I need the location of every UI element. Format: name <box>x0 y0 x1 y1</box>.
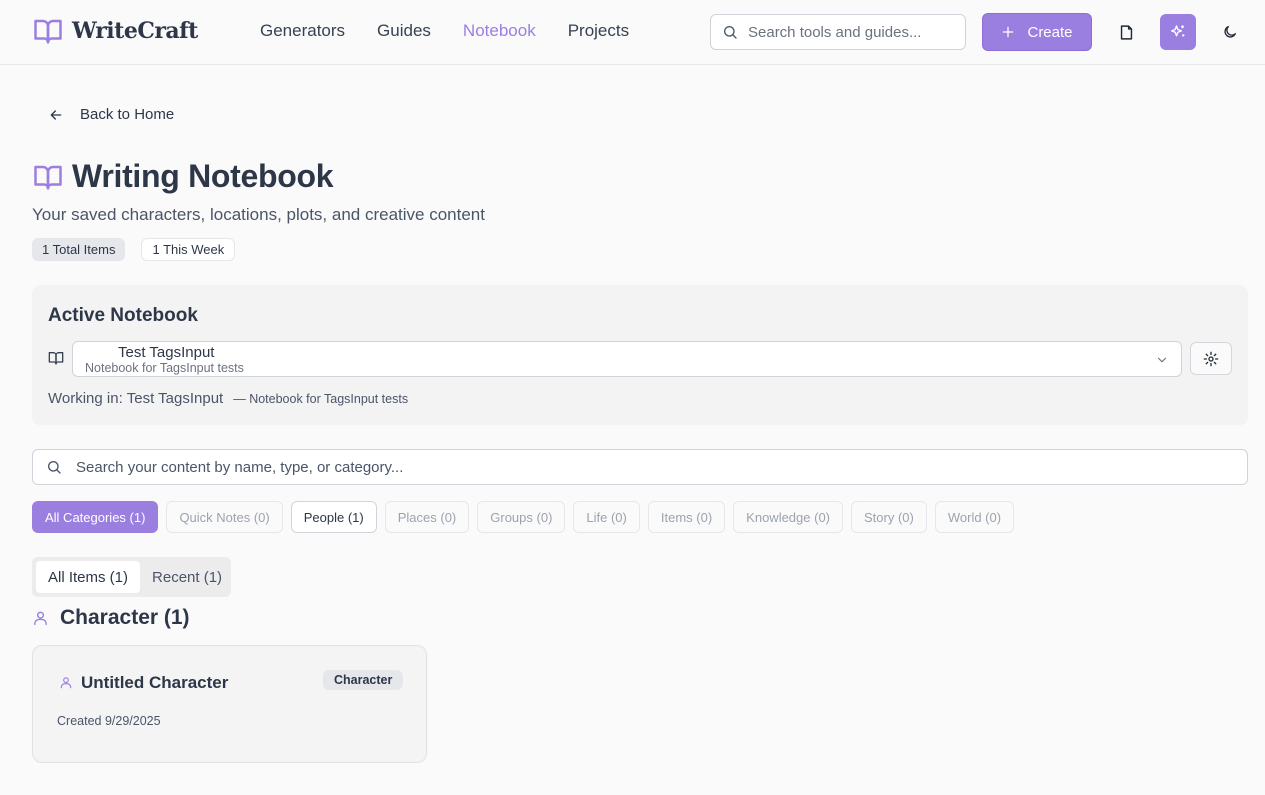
notebook-select[interactable]: Test TagsInput Notebook for TagsInput te… <box>72 341 1182 377</box>
global-search[interactable] <box>710 14 966 50</box>
category-quick-notes[interactable]: Quick Notes (0) <box>166 501 283 533</box>
user-icon <box>32 609 49 627</box>
view-tabs: All Items (1) Recent (1) <box>32 557 231 597</box>
global-search-input[interactable] <box>748 23 938 41</box>
category-items[interactable]: Items (0) <box>647 501 726 533</box>
nav-notebook[interactable]: Notebook <box>463 21 536 41</box>
category-story[interactable]: Story (0) <box>851 501 927 533</box>
page-title-row: Writing Notebook <box>32 158 334 195</box>
card-created-date: Created 9/29/2025 <box>57 714 161 728</box>
stat-badges: 1 Total Items 1 This Week <box>32 238 236 261</box>
category-places[interactable]: Places (0) <box>384 501 470 533</box>
plus-icon <box>1001 25 1015 39</box>
ai-assistant-button[interactable] <box>1160 14 1196 50</box>
content-search[interactable] <box>32 449 1248 485</box>
page-title: Writing Notebook <box>72 158 334 194</box>
theme-toggle-button[interactable] <box>1212 14 1248 50</box>
category-knowledge[interactable]: Knowledge (0) <box>733 501 843 533</box>
category-life[interactable]: Life (0) <box>573 501 640 533</box>
app-logo[interactable]: WriteCraft <box>32 16 198 46</box>
sparkles-icon <box>1169 23 1187 41</box>
notebook-settings-button[interactable] <box>1190 342 1232 375</box>
app-logo-text: WriteCraft <box>72 18 198 44</box>
nav-guides[interactable]: Guides <box>377 21 431 41</box>
this-week-badge: 1 This Week <box>141 238 236 261</box>
character-section-title: Character (1) <box>60 606 190 629</box>
nav-projects[interactable]: Projects <box>568 21 629 41</box>
book-open-icon <box>32 162 64 192</box>
notebook-select-name: Test TagsInput <box>118 344 215 361</box>
card-type-badge: Character <box>323 670 404 690</box>
create-button[interactable]: Create <box>982 13 1092 51</box>
tab-all-items[interactable]: All Items (1) <box>36 561 141 593</box>
active-notebook-panel: Active Notebook Test TagsInput Notebook … <box>32 285 1248 425</box>
working-in-label: Working in: <box>48 390 123 407</box>
document-icon <box>1118 24 1135 41</box>
nav-generators[interactable]: Generators <box>260 21 345 41</box>
content-search-input[interactable] <box>76 458 1176 476</box>
working-in-description: — Notebook for TagsInput tests <box>233 392 409 406</box>
user-icon <box>59 675 73 690</box>
category-world[interactable]: World (0) <box>934 501 1015 533</box>
book-open-icon <box>48 350 64 366</box>
content-card[interactable]: Untitled Character Character Created 9/2… <box>32 645 427 763</box>
character-section-header: Character (1) <box>32 606 190 630</box>
main-nav: Generators Guides Notebook Projects <box>260 21 629 41</box>
category-groups[interactable]: Groups (0) <box>477 501 566 533</box>
gear-icon <box>1203 351 1219 367</box>
back-to-home-link[interactable]: Back to Home <box>48 106 174 123</box>
document-button[interactable] <box>1108 14 1144 50</box>
working-in-notebook: Test TagsInput <box>126 390 224 407</box>
category-all[interactable]: All Categories (1) <box>32 501 159 533</box>
book-open-icon <box>32 16 64 46</box>
active-notebook-heading: Active Notebook <box>48 305 198 326</box>
back-to-home-label: Back to Home <box>80 106 175 123</box>
page-subtitle: Your saved characters, locations, plots,… <box>32 205 485 224</box>
search-icon <box>46 459 62 475</box>
create-button-label: Create <box>1027 23 1073 41</box>
category-people[interactable]: People (1) <box>290 501 377 533</box>
card-title: Untitled Character <box>81 673 229 692</box>
working-in-line: Working in: Test TagsInput — Notebook fo… <box>48 390 408 407</box>
category-filters: All Categories (1) Quick Notes (0) Peopl… <box>32 501 1015 533</box>
moon-icon <box>1222 24 1238 40</box>
top-header: WriteCraft Generators Guides Notebook Pr… <box>0 0 1265 65</box>
chevron-down-icon <box>1155 353 1169 367</box>
notebook-select-description: Notebook for TagsInput tests <box>85 361 244 375</box>
tab-recent[interactable]: Recent (1) <box>140 561 234 593</box>
search-icon <box>722 24 738 40</box>
arrow-left-icon <box>48 107 64 123</box>
total-items-badge: 1 Total Items <box>32 238 126 261</box>
